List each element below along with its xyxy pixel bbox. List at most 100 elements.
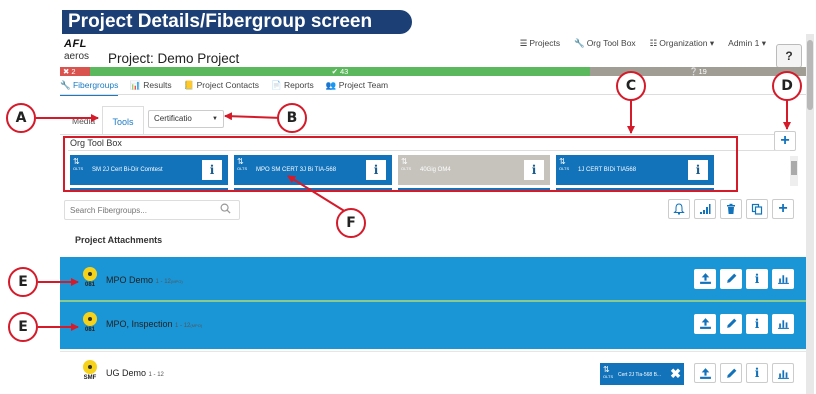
callout-e-second: E xyxy=(8,312,38,342)
status-pass[interactable]: ✔ 43 xyxy=(90,67,590,76)
fiber-type-icon: 081 xyxy=(82,312,98,338)
top-nav: ☰ Projects 🔧 Org Tool Box ☷ Organization ▾ … xyxy=(520,38,766,49)
scrollbar-thumb[interactable] xyxy=(807,40,813,110)
upload-icon xyxy=(699,318,711,329)
project-attachments-title[interactable]: Project Attachments xyxy=(75,235,162,245)
app-window: AFL aeros Project: Demo Project ☰ Project… xyxy=(60,34,806,394)
scrollbar-thumb[interactable] xyxy=(791,161,797,175)
assigned-tool-chip[interactable]: ⇅ OLTS Cert 2J Tia-568 B... ✖ xyxy=(600,363,684,385)
tool-label: 40Gig OM4 xyxy=(420,167,451,173)
divider xyxy=(60,134,790,135)
tab-media[interactable]: Media xyxy=(72,116,95,126)
results-chart-button[interactable] xyxy=(772,314,794,334)
tool-label: MPO SM CERT 3J Bi TIA-568 xyxy=(256,167,337,173)
wrench-icon: 🔧 xyxy=(60,80,71,90)
tool-card[interactable]: ⇅ OLTS 40Gig OM4 i xyxy=(398,155,550,190)
bar-chart-icon xyxy=(777,320,789,329)
tool-underline xyxy=(556,188,714,190)
upload-button[interactable] xyxy=(694,269,716,289)
callout-e-first: E xyxy=(8,267,38,297)
tool-card[interactable]: ⇅ OLTS 1J CERT BIDi TIA568 i xyxy=(556,155,714,190)
caret-down-icon: ▼ xyxy=(212,116,218,122)
edit-button[interactable] xyxy=(720,269,742,289)
status-fail[interactable]: ✖ 2 xyxy=(60,67,90,76)
x-icon: ✖ xyxy=(63,67,70,76)
list-icon: ☰ xyxy=(519,38,528,48)
delete-button[interactable] xyxy=(720,199,742,219)
upload-button[interactable] xyxy=(694,363,716,383)
info-button[interactable]: i xyxy=(746,314,768,334)
status-pending[interactable]: ❔19 xyxy=(590,67,806,76)
bell-icon xyxy=(673,203,685,215)
tool-underline xyxy=(234,188,392,190)
copy-icon xyxy=(751,203,763,215)
tool-info-button[interactable]: i xyxy=(202,160,222,180)
wrench-icon: 🔧 xyxy=(574,38,585,48)
pencil-icon xyxy=(726,318,736,328)
info-button[interactable]: i xyxy=(746,269,768,289)
tool-card[interactable]: ⇅ OLTS SM 2J Cert Bi-Dir Comtest i xyxy=(70,155,228,190)
olts-icon: ⇅ OLTS xyxy=(559,157,570,172)
edit-button[interactable] xyxy=(720,314,742,334)
search-fibergroups-input[interactable] xyxy=(64,200,240,220)
report-icon: 📄 xyxy=(270,80,282,90)
fibergroup-name: UG Demo 1 - 12 xyxy=(106,368,164,378)
org-tool-box-label: Org Tool Box xyxy=(70,138,122,148)
fibergroup-row[interactable]: 081 MPO Demo 1 - 12(MPO) i xyxy=(60,257,806,302)
assigned-tool-label: Cert 2J Tia-568 B... xyxy=(618,372,662,378)
tool-box-scrollbar[interactable] xyxy=(790,156,798,186)
afl-aeros-logo[interactable]: AFL aeros xyxy=(64,38,100,66)
upload-button[interactable] xyxy=(694,314,716,334)
page-scrollbar[interactable] xyxy=(806,34,814,394)
nav-org-tool-box[interactable]: 🔧 Org Tool Box xyxy=(574,38,636,49)
copy-button[interactable] xyxy=(746,199,768,219)
logo-afl: AFL xyxy=(64,38,87,50)
callout-a: A xyxy=(6,103,36,133)
nav-organization[interactable]: ☷ Organization ▾ xyxy=(650,38,714,49)
notifications-button[interactable] xyxy=(668,199,690,219)
results-chart-button[interactable] xyxy=(772,269,794,289)
address-book-icon: 📒 xyxy=(183,80,195,90)
remove-tool-icon[interactable]: ✖ xyxy=(670,366,681,382)
olts-icon: ⇅ OLTS xyxy=(73,157,84,172)
upload-icon xyxy=(699,273,711,284)
fibergroup-row[interactable]: 081 MPO, Inspection 1 - 12(MPO) i xyxy=(60,302,806,349)
olts-icon: ⇅ OLTS xyxy=(401,157,412,172)
check-icon: ✔ xyxy=(331,67,338,76)
tool-underline xyxy=(398,188,550,190)
search-icon[interactable] xyxy=(220,203,231,214)
fibergroup-row[interactable]: SMF UG Demo 1 - 12 ⇅ OLTS Cert 2J Tia-568… xyxy=(60,351,806,394)
nav-projects[interactable]: ☰ Projects xyxy=(520,38,560,49)
signal-button[interactable] xyxy=(694,199,716,219)
tool-card[interactable]: ⇅ OLTS MPO SM CERT 3J Bi TIA-568 i xyxy=(234,155,392,190)
bar-chart-icon: 📊 xyxy=(130,80,141,90)
tool-info-button[interactable]: i xyxy=(366,160,386,180)
page-banner: Project Details/Fibergroup screen xyxy=(62,10,412,34)
upload-icon xyxy=(699,368,711,379)
tool-info-button[interactable]: i xyxy=(524,160,544,180)
tool-underline xyxy=(70,188,228,190)
project-title: Project: Demo Project xyxy=(108,51,240,66)
question-circle-icon: ❔ xyxy=(689,67,699,76)
help-button[interactable]: ? xyxy=(776,44,802,68)
add-fibergroup-button[interactable]: + xyxy=(772,199,794,219)
trash-icon xyxy=(727,203,735,214)
tool-label: 1J CERT BIDi TIA568 xyxy=(578,167,637,173)
divider xyxy=(68,150,790,151)
olts-icon: ⇅ OLTS xyxy=(603,365,614,380)
caret-down-icon: ▾ xyxy=(709,38,715,48)
results-chart-button[interactable] xyxy=(772,363,794,383)
pencil-icon xyxy=(726,368,736,378)
pencil-icon xyxy=(726,273,736,283)
bar-chart-icon xyxy=(777,370,789,379)
fiber-type-icon: SMF xyxy=(82,360,98,386)
bar-chart-icon xyxy=(777,275,789,284)
certification-select[interactable]: Certificatio ▼ xyxy=(148,110,224,128)
tab-tools[interactable]: Tools xyxy=(102,106,144,134)
edit-button[interactable] xyxy=(720,363,742,383)
info-button[interactable]: i xyxy=(746,363,768,383)
divider xyxy=(60,94,806,95)
nav-admin[interactable]: Admin 1 ▾ xyxy=(728,38,766,49)
add-tool-button[interactable]: + xyxy=(774,131,796,151)
tool-info-button[interactable]: i xyxy=(688,160,708,180)
